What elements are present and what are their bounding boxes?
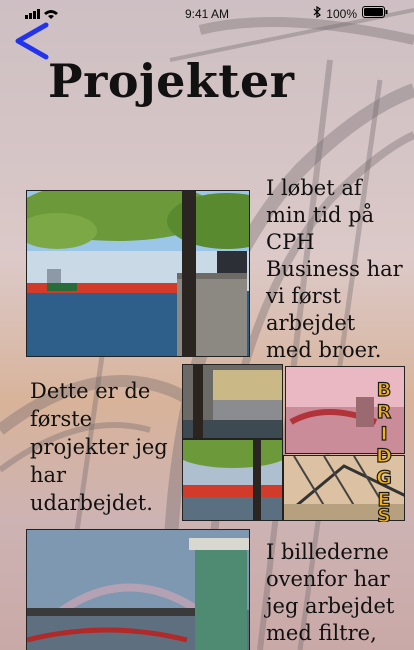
section-3-text: I billederne ovenfor har jeg arbejdet me…	[266, 540, 395, 645]
svg-text:I: I	[380, 423, 387, 445]
svg-text:D: D	[376, 445, 392, 467]
battery-icon	[362, 6, 388, 21]
collage-photo-boat	[182, 364, 283, 439]
svg-text:G: G	[376, 467, 392, 489]
bridge-photo-rainbow	[26, 529, 250, 650]
chevron-left-icon	[15, 22, 49, 60]
bridge-photo-1	[26, 190, 250, 357]
section-1-text: I løbet af min tid på CPH Business har v…	[266, 176, 403, 362]
bridges-sign: B R I D G E S	[376, 378, 393, 522]
back-button[interactable]	[12, 22, 52, 60]
section-2-text: Dette er de første projekter jeg har uda…	[30, 379, 168, 515]
status-bar: 9:41 AM 100%	[0, 0, 414, 26]
collage-photo-red-bridge	[182, 439, 283, 521]
page-title: Projekter	[48, 54, 295, 108]
svg-text:R: R	[377, 401, 392, 423]
svg-text:S: S	[377, 505, 391, 522]
bluetooth-icon	[313, 5, 322, 21]
battery-percent: 100%	[326, 6, 357, 21]
svg-text:B: B	[377, 379, 391, 401]
